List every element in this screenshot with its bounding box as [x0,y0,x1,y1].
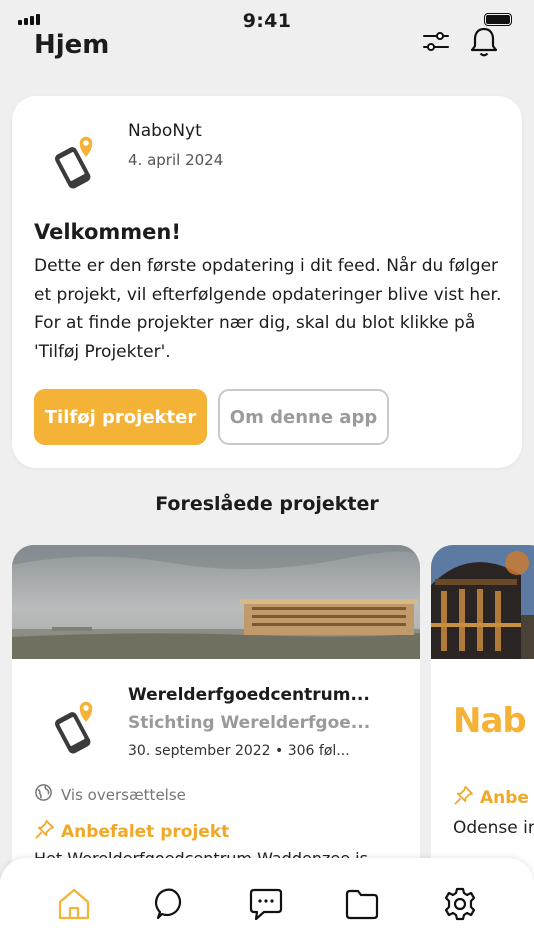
settings-icon[interactable] [442,886,478,922]
page-title: Hjem [34,30,110,60]
recommended-label: Anbefalet projekt [61,822,230,842]
folder-icon[interactable] [344,886,380,922]
about-app-button[interactable]: Om denne app [218,389,389,445]
pin-icon [453,785,474,811]
welcome-card: NaboNyt 4. april 2024 Velkommen! Dette e… [12,96,522,468]
post-date: 4. april 2024 [128,151,224,169]
recommended-badge: Anbefalet projekt [34,819,229,845]
project-meta: 30. september 2022 • 306 føl... [128,743,350,759]
messages-icon[interactable] [248,886,284,922]
project-image [431,545,534,659]
recommended-badge: Anbe [453,785,529,811]
translate-link[interactable]: Vis oversættelse [34,783,186,806]
filter-icon[interactable] [418,24,454,60]
search-icon[interactable] [154,886,190,922]
project-logo-text: Nab [453,701,527,741]
nabonyt-logo-icon [46,128,110,192]
post-author: NaboNyt [128,121,202,141]
home-icon[interactable] [56,886,92,922]
globe-icon [34,783,53,806]
recommended-label: Anbe [480,788,529,808]
welcome-heading: Velkommen! [34,220,181,244]
project-description: Odense infrastru [453,818,534,838]
welcome-body: Dette er den første opdatering i dit fee… [34,256,502,362]
project-logo-icon [46,693,110,757]
add-projects-button[interactable]: Tilføj projekter [34,389,207,445]
project-image [12,545,420,659]
suggested-projects-title: Foreslåede projekter [155,493,379,515]
translate-label: Vis oversættelse [61,785,186,804]
tab-bar [0,858,534,950]
project-name: Werelderfgoedcentrum... [128,685,370,705]
bell-icon[interactable] [466,24,502,60]
project-organization: Stichting Werelderfgoe... [128,713,371,733]
pin-icon [34,819,55,845]
